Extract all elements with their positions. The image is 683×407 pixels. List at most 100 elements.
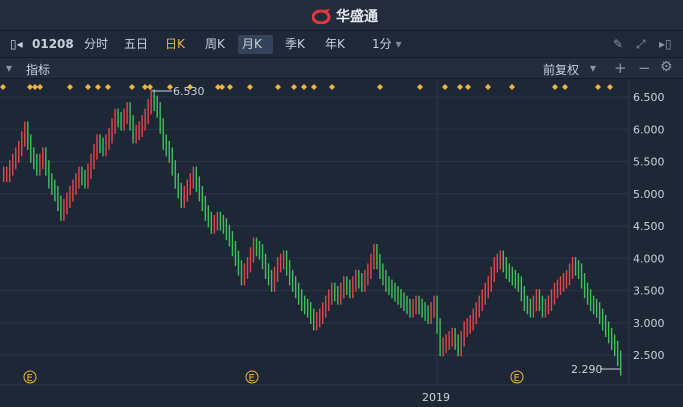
candle: [231, 231, 234, 257]
tab-daily-k[interactable]: 日K: [161, 35, 189, 54]
candle: [355, 269, 357, 292]
candle: [571, 256, 574, 279]
indicator-toggle-icon[interactable]: ▾: [6, 61, 12, 75]
candle: [316, 311, 318, 331]
candle: [376, 244, 378, 270]
candle: [252, 237, 255, 263]
candle: [322, 302, 324, 325]
candle: [162, 118, 164, 150]
candle: [541, 295, 544, 318]
candle: [108, 127, 110, 150]
adjust-chevron-icon[interactable]: ▾: [590, 61, 596, 75]
tab-quarterly-k[interactable]: 季K: [281, 35, 309, 54]
candle: [57, 186, 59, 212]
candle: [604, 315, 607, 337]
tab-weekly-k[interactable]: 周K: [201, 35, 229, 54]
event-marker-icon: [275, 84, 281, 90]
event-marker-icon: [85, 84, 91, 90]
candle: [243, 263, 246, 286]
candle: [562, 273, 565, 292]
candle: [42, 147, 44, 170]
candle: [346, 276, 348, 296]
candle: [364, 269, 366, 292]
candle: [180, 182, 182, 208]
collapse-left-icon[interactable]: ▯◂: [6, 35, 27, 54]
interval-select[interactable]: 1分 ▾: [368, 35, 406, 54]
candle: [331, 282, 333, 305]
candle: [81, 166, 83, 186]
candle: [18, 140, 20, 163]
candle: [556, 279, 559, 299]
settings-gear-icon[interactable]: ⚙: [660, 59, 673, 75]
max-price-label: 6.530: [173, 85, 205, 98]
tab-yearly-k[interactable]: 年K: [321, 35, 349, 54]
earnings-label: E: [514, 373, 520, 384]
candle: [523, 285, 526, 312]
candle: [499, 250, 502, 270]
candle: [282, 250, 285, 270]
event-marker-icon: [465, 84, 471, 90]
candle: [598, 302, 601, 325]
candle: [246, 256, 249, 279]
candle: [21, 131, 23, 157]
candle: [189, 173, 192, 196]
zoom-out-icon[interactable]: −: [638, 59, 651, 77]
candle: [547, 295, 550, 315]
x-tick-label: 2019: [422, 391, 450, 404]
candle: [358, 269, 360, 289]
candle: [216, 211, 219, 231]
indicator-label[interactable]: 指标: [26, 61, 50, 78]
candle: [177, 173, 179, 199]
candle: [150, 89, 152, 115]
zoom-in-icon[interactable]: +: [614, 59, 627, 77]
candle: [138, 121, 140, 141]
event-marker-icon: [485, 84, 491, 90]
candle: [99, 134, 101, 154]
candle: [400, 289, 402, 308]
pencil-icon[interactable]: ✎: [609, 35, 627, 54]
candle: [90, 153, 92, 179]
candle: [481, 289, 483, 312]
event-marker-icon: [417, 84, 423, 90]
candle: [33, 147, 35, 170]
kline-chart[interactable]: 6.500 6.000 5.500 5.000 4.500 4.000 3.500 3.000…: [0, 80, 683, 407]
candle: [84, 169, 86, 189]
candle: [129, 102, 131, 131]
candle: [258, 240, 261, 260]
event-marker-icon: [95, 84, 101, 90]
candle: [132, 115, 134, 144]
event-marker-icon: [552, 84, 558, 90]
candle: [66, 192, 68, 215]
candle: [309, 302, 312, 325]
y-tick-label: 3.500: [633, 285, 665, 298]
candle: [285, 250, 288, 276]
candle: [328, 289, 330, 312]
tab-monthly-k[interactable]: 月K: [238, 35, 273, 54]
candle: [388, 276, 390, 296]
candle: [12, 153, 14, 176]
candle: [559, 276, 562, 296]
fullscreen-icon[interactable]: ⤢: [632, 35, 650, 54]
candle: [201, 186, 204, 212]
expand-right-icon[interactable]: ▸▯: [655, 35, 676, 54]
candle: [418, 295, 420, 315]
candle: [276, 256, 279, 283]
candle: [334, 282, 336, 302]
candle: [493, 256, 495, 283]
candle: [267, 263, 270, 286]
candle: [75, 173, 77, 196]
candle: [457, 334, 459, 357]
event-marker-icon: [562, 84, 568, 90]
candle: [78, 166, 80, 189]
tab-5day[interactable]: 五日: [120, 35, 152, 54]
tab-intraday[interactable]: 分时: [80, 35, 112, 54]
candle: [610, 327, 613, 350]
event-marker-icon: [509, 84, 515, 90]
app-title: 华盛通: [336, 9, 378, 25]
candle: [565, 269, 568, 289]
candle: [72, 179, 74, 202]
candle: [264, 253, 267, 279]
candle: [313, 308, 315, 331]
app-logo: 华盛通: [312, 6, 378, 26]
adjust-select[interactable]: 前复权: [543, 61, 579, 78]
